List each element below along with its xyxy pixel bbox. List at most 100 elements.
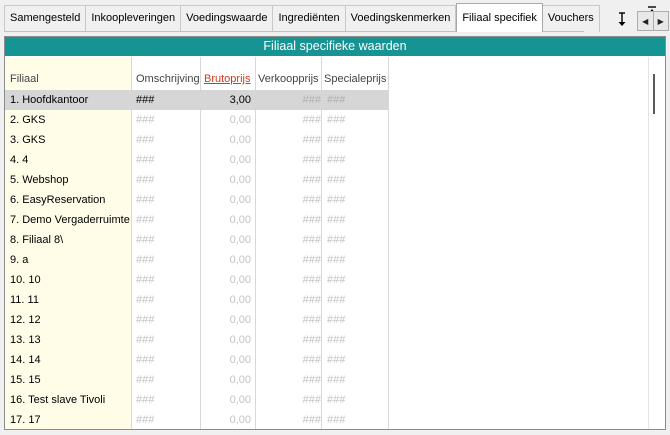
cell-omschrijving[interactable]: ### — [136, 310, 198, 330]
tab-inkoopleveringen[interactable]: Inkoopleveringen — [86, 5, 182, 32]
cell-specialeprijs[interactable]: ### — [327, 350, 387, 370]
cell-filiaal[interactable]: 13. 13 — [10, 330, 131, 350]
table-row[interactable]: 4. 4 ### 0,00 ### ### — [5, 150, 389, 170]
table-row[interactable]: 14. 14 ### 0,00 ### ### — [5, 350, 389, 370]
cell-filiaal[interactable]: 6. EasyReservation — [10, 190, 131, 210]
cell-specialeprijs[interactable]: ### — [327, 310, 387, 330]
cell-omschrijving[interactable]: ### — [136, 190, 198, 210]
cell-verkoopprijs[interactable]: ### — [257, 210, 321, 230]
tab-scroll-right-button[interactable]: ▶ — [652, 12, 669, 30]
table-row[interactable]: 10. 10 ### 0,00 ### ### — [5, 270, 389, 290]
column-header-filiaal[interactable]: Filiaal — [10, 57, 39, 90]
cell-verkoopprijs[interactable]: ### — [257, 290, 321, 310]
cell-brutoprijs[interactable]: 0,00 — [201, 210, 251, 230]
cell-filiaal[interactable]: 11. 11 — [10, 290, 131, 310]
filiaal-grid[interactable]: Filiaal Omschrijving Brutoprijs Verkoopp… — [5, 57, 649, 429]
table-row[interactable]: 15. 15 ### 0,00 ### ### — [5, 370, 389, 390]
table-row[interactable]: 1. Hoofdkantoor ### 3,00 ### ### — [5, 90, 389, 110]
cell-filiaal[interactable]: 2. GKS — [10, 110, 131, 130]
cell-omschrijving[interactable]: ### — [136, 90, 198, 110]
cell-verkoopprijs[interactable]: ### — [257, 410, 321, 429]
column-header-brutoprijs[interactable]: Brutoprijs — [204, 57, 250, 90]
cell-filiaal[interactable]: 4. 4 — [10, 150, 131, 170]
cell-omschrijving[interactable]: ### — [136, 370, 198, 390]
tab-samengesteld[interactable]: Samengesteld — [4, 5, 87, 32]
cell-brutoprijs[interactable]: 0,00 — [201, 170, 251, 190]
cell-verkoopprijs[interactable]: ### — [257, 190, 321, 210]
cell-filiaal[interactable]: 5. Webshop — [10, 170, 131, 190]
table-row[interactable]: 13. 13 ### 0,00 ### ### — [5, 330, 389, 350]
table-row[interactable]: 11. 11 ### 0,00 ### ### — [5, 290, 389, 310]
cell-specialeprijs[interactable]: ### — [327, 150, 387, 170]
cell-omschrijving[interactable]: ### — [136, 330, 198, 350]
cell-filiaal[interactable]: 16. Test slave Tivoli — [10, 390, 131, 410]
table-row[interactable]: 16. Test slave Tivoli ### 0,00 ### ### — [5, 390, 389, 410]
cell-brutoprijs[interactable]: 0,00 — [201, 130, 251, 150]
cell-brutoprijs[interactable]: 0,00 — [201, 330, 251, 350]
cell-brutoprijs[interactable]: 0,00 — [201, 110, 251, 130]
cell-brutoprijs[interactable]: 0,00 — [201, 250, 251, 270]
cell-specialeprijs[interactable]: ### — [327, 290, 387, 310]
table-row[interactable]: 7. Demo Vergaderruimte ### 0,00 ### ### — [5, 210, 389, 230]
table-row[interactable]: 3. GKS ### 0,00 ### ### — [5, 130, 389, 150]
cell-brutoprijs[interactable]: 0,00 — [201, 410, 251, 429]
cell-filiaal[interactable]: 3. GKS — [10, 130, 131, 150]
column-header-verkoopprijs[interactable]: Verkoopprijs — [258, 57, 319, 90]
cell-verkoopprijs[interactable]: ### — [257, 330, 321, 350]
cell-specialeprijs[interactable]: ### — [327, 190, 387, 210]
cell-verkoopprijs[interactable]: ### — [257, 170, 321, 190]
tab-vouchers[interactable]: Vouchers — [542, 5, 600, 32]
cell-omschrijving[interactable]: ### — [136, 110, 198, 130]
cell-omschrijving[interactable]: ### — [136, 350, 198, 370]
cell-brutoprijs[interactable]: 0,00 — [201, 370, 251, 390]
tab-voedingswaarde[interactable]: Voedingswaarde — [181, 5, 274, 32]
cell-verkoopprijs[interactable]: ### — [257, 390, 321, 410]
cell-specialeprijs[interactable]: ### — [327, 410, 387, 429]
cell-brutoprijs[interactable]: 0,00 — [201, 390, 251, 410]
cell-omschrijving[interactable]: ### — [136, 270, 198, 290]
cell-specialeprijs[interactable]: ### — [327, 270, 387, 290]
cell-specialeprijs[interactable]: ### — [327, 250, 387, 270]
cell-filiaal[interactable]: 12. 12 — [10, 310, 131, 330]
cell-brutoprijs[interactable]: 0,00 — [201, 290, 251, 310]
cell-specialeprijs[interactable]: ### — [327, 90, 387, 110]
tab-voedingskenmerken[interactable]: Voedingskenmerken — [345, 5, 457, 32]
cell-specialeprijs[interactable]: ### — [327, 330, 387, 350]
cell-verkoopprijs[interactable]: ### — [257, 130, 321, 150]
cell-filiaal[interactable]: 8. Filiaal 8\ — [10, 230, 131, 250]
cell-verkoopprijs[interactable]: ### — [257, 90, 321, 110]
cell-omschrijving[interactable]: ### — [136, 410, 198, 429]
table-row[interactable]: 12. 12 ### 0,00 ### ### — [5, 310, 389, 330]
tab-ingredi-nten[interactable]: Ingrediënten — [273, 5, 346, 32]
column-header-specialeprijs[interactable]: Specialeprijs — [324, 57, 386, 90]
column-header-omschrijving[interactable]: Omschrijving — [136, 57, 200, 90]
scrollbar-thumb[interactable] — [653, 74, 655, 114]
cell-brutoprijs[interactable]: 0,00 — [201, 230, 251, 250]
cell-verkoopprijs[interactable]: ### — [257, 110, 321, 130]
table-row[interactable]: 2. GKS ### 0,00 ### ### — [5, 110, 389, 130]
cell-omschrijving[interactable]: ### — [136, 390, 198, 410]
cell-specialeprijs[interactable]: ### — [327, 210, 387, 230]
cell-filiaal[interactable]: 14. 14 — [10, 350, 131, 370]
cell-brutoprijs[interactable]: 0,00 — [201, 150, 251, 170]
tab-scroll-left-button[interactable]: ◀ — [638, 12, 653, 30]
cell-specialeprijs[interactable]: ### — [327, 390, 387, 410]
table-row[interactable]: 6. EasyReservation ### 0,00 ### ### — [5, 190, 389, 210]
table-row[interactable]: 17. 17 ### 0,00 ### ### — [5, 410, 389, 429]
cell-verkoopprijs[interactable]: ### — [257, 270, 321, 290]
cell-brutoprijs[interactable]: 3,00 — [201, 90, 251, 110]
cell-specialeprijs[interactable]: ### — [327, 170, 387, 190]
cell-brutoprijs[interactable]: 0,00 — [201, 270, 251, 290]
cell-specialeprijs[interactable]: ### — [327, 370, 387, 390]
cell-filiaal[interactable]: 9. a — [10, 250, 131, 270]
cell-verkoopprijs[interactable]: ### — [257, 250, 321, 270]
cell-brutoprijs[interactable]: 0,00 — [201, 310, 251, 330]
cell-omschrijving[interactable]: ### — [136, 210, 198, 230]
cell-verkoopprijs[interactable]: ### — [257, 150, 321, 170]
cell-filiaal[interactable]: 10. 10 — [10, 270, 131, 290]
cell-omschrijving[interactable]: ### — [136, 290, 198, 310]
vertical-resize-icon[interactable] — [612, 8, 632, 30]
cell-specialeprijs[interactable]: ### — [327, 230, 387, 250]
cell-verkoopprijs[interactable]: ### — [257, 230, 321, 250]
table-row[interactable]: 8. Filiaal 8\ ### 0,00 ### ### — [5, 230, 389, 250]
